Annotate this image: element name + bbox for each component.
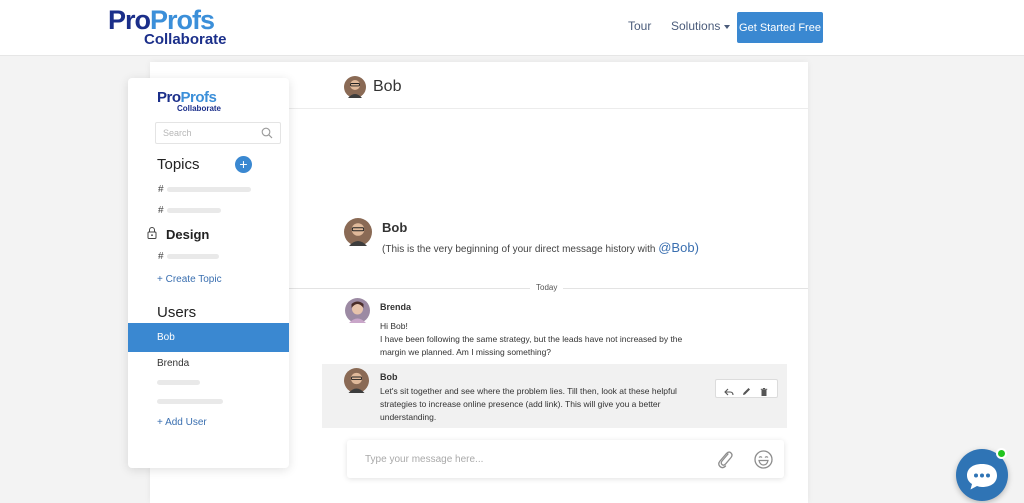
sidebar-logo: ProProfs Collaborate xyxy=(157,90,221,113)
topic-placeholder-1[interactable] xyxy=(167,187,251,192)
sidebar-item-brenda[interactable]: Brenda xyxy=(157,358,189,369)
intro-text-body: (This is the very beginning of your dire… xyxy=(382,244,659,255)
user-placeholder-2[interactable] xyxy=(157,399,223,404)
brand-logo[interactable]: ProProfs Collaborate xyxy=(108,6,238,50)
avatar xyxy=(344,76,366,98)
nav-tour-link[interactable]: Tour xyxy=(628,19,651,33)
avatar xyxy=(345,298,370,323)
users-heading: Users xyxy=(157,304,197,321)
chevron-down-icon xyxy=(724,24,731,29)
avatar xyxy=(344,218,372,246)
message-line: I have been following the same strategy,… xyxy=(380,334,683,344)
top-nav: ProProfs Collaborate Tour Solutions Get … xyxy=(0,0,1024,56)
nav-solutions-menu[interactable]: Solutions xyxy=(671,19,731,33)
brand-product: Collaborate xyxy=(144,31,227,48)
nav-solutions-label: Solutions xyxy=(671,19,721,33)
topic-hash: # xyxy=(158,251,164,262)
create-topic-link[interactable]: + Create Topic xyxy=(157,274,222,285)
intro-text-close: ) xyxy=(694,240,699,255)
lock-icon xyxy=(147,227,157,239)
user-placeholder-1[interactable] xyxy=(157,380,200,385)
topic-hash: # xyxy=(158,184,164,195)
mention-link[interactable]: @Bob xyxy=(658,240,694,255)
sidebar-item-bob[interactable]: Bob xyxy=(128,323,289,352)
chat-title: Bob xyxy=(373,78,402,95)
sidebar-search xyxy=(155,122,281,144)
search-input[interactable] xyxy=(156,123,256,143)
message-author: Bob xyxy=(380,372,398,382)
message-line: Let's sit together and see where the pro… xyxy=(380,386,677,396)
reply-icon[interactable] xyxy=(724,384,734,395)
message-author: Brenda xyxy=(380,302,412,312)
topic-hash: # xyxy=(158,205,164,216)
date-label: Today xyxy=(530,283,564,292)
message-input[interactable] xyxy=(365,450,695,468)
search-icon[interactable] xyxy=(261,127,273,139)
sidebar-logo-product: Collaborate xyxy=(177,104,222,113)
topic-placeholder-3[interactable] xyxy=(167,254,219,259)
emoji-icon[interactable] xyxy=(754,450,773,469)
intro-name: Bob xyxy=(382,220,408,235)
online-status-dot xyxy=(996,448,1007,459)
add-user-link[interactable]: + Add User xyxy=(157,417,207,428)
message-actions xyxy=(715,379,778,398)
get-started-button[interactable]: Get Started Free xyxy=(737,12,823,43)
message-line: Hi Bob! xyxy=(380,321,408,331)
trash-icon[interactable] xyxy=(759,384,769,396)
message-line: understanding. xyxy=(380,412,437,422)
topic-placeholder-2[interactable] xyxy=(167,208,221,213)
message-line: margin we planned. Am I missing somethin… xyxy=(380,347,552,357)
avatar xyxy=(344,368,369,393)
message-line: strategies to increase online presence (… xyxy=(380,399,661,409)
topic-design[interactable]: Design xyxy=(166,227,209,242)
sidebar: ProProfs Collaborate Topics + # # Design… xyxy=(128,78,289,468)
edit-icon[interactable] xyxy=(741,384,751,395)
topics-heading: Topics xyxy=(157,156,200,173)
intro-text: (This is the very beginning of your dire… xyxy=(382,240,699,255)
add-topic-button[interactable]: + xyxy=(235,156,252,173)
divider xyxy=(289,108,808,109)
paperclip-icon[interactable] xyxy=(716,449,734,469)
